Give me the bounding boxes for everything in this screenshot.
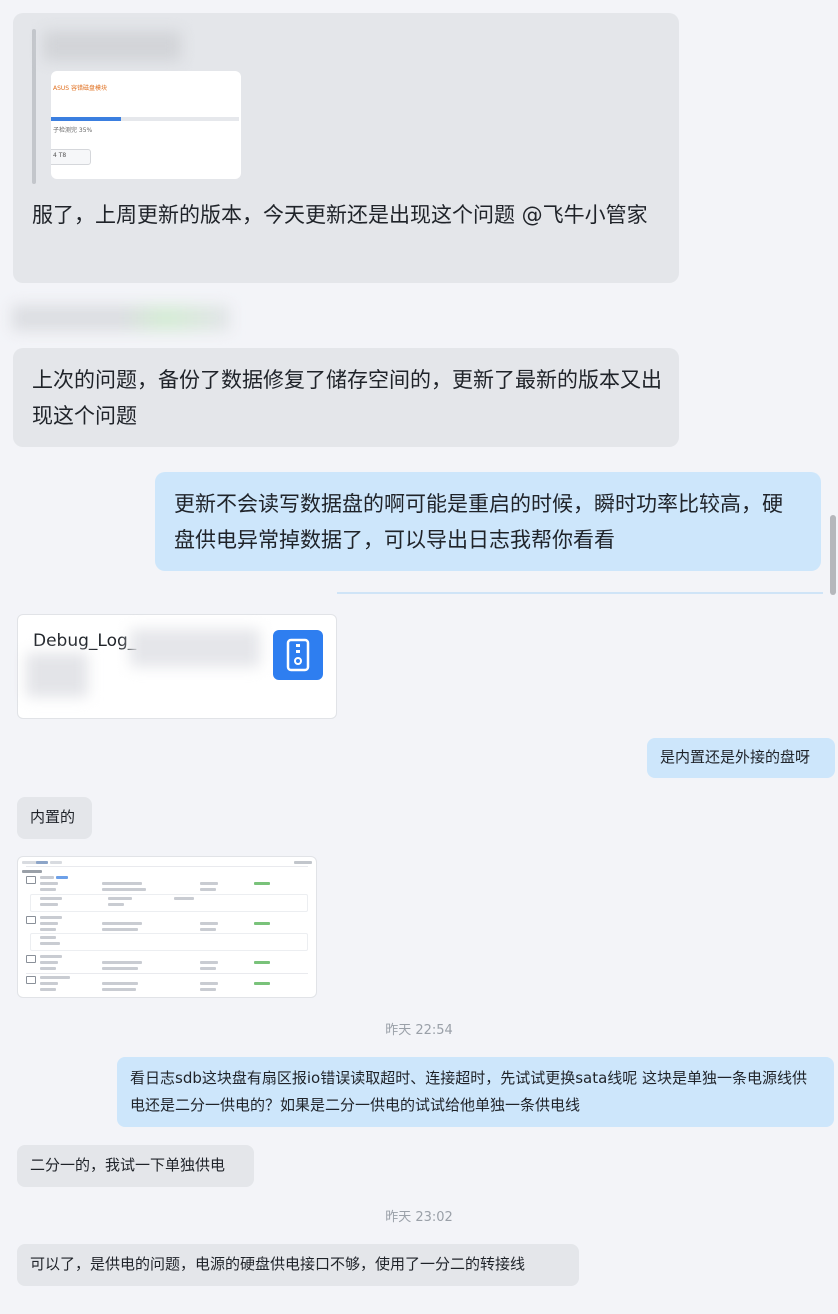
sender-name-blurred xyxy=(12,305,230,331)
message-text-6: 看日志sdb这块盘有扇区报io错误读取超时、连接超时，先试试更换sata线呢 这… xyxy=(130,1069,808,1114)
message-text-4: 是内置还是外接的盘呀 xyxy=(660,748,811,766)
message-bubble-7[interactable]: 二分一的，我试一下单独供电 xyxy=(17,1145,254,1187)
message-bubble-8[interactable]: 可以了，是供电的问题，电源的硬盘供电接口不够，使用了一分二的转接线 xyxy=(17,1244,579,1286)
message-bubble-1[interactable]: ASUS 容错磁盘模块 子检测完 35% 4 T8 服了，上周更新的版本，今天更… xyxy=(13,13,679,283)
file-zip-icon xyxy=(273,630,323,680)
message-bubble-2[interactable]: 上次的问题，备份了数据修复了储存空间的，更新了最新的版本又出现这个问题 xyxy=(13,348,679,447)
message-bubble-5[interactable]: 内置的 xyxy=(17,797,92,839)
scrollbar-thumb[interactable] xyxy=(830,515,836,595)
message-text-3: 更新不会读写数据盘的啊可能是重启的时候，瞬时功率比较高，硬盘供电异常掉数据了，可… xyxy=(174,492,783,552)
message-text-1: 服了，上周更新的版本，今天更新还是出现这个问题 @飞牛小管家 xyxy=(32,203,648,227)
message-bubble-3[interactable]: 更新不会读写数据盘的啊可能是重启的时候，瞬时功率比较高，硬盘供电异常掉数据了，可… xyxy=(155,472,821,571)
quoted-screenshot[interactable]: ASUS 容错磁盘模块 子检测完 35% 4 T8 xyxy=(51,71,241,179)
quote-bar xyxy=(32,29,36,184)
timestamp-2: 昨天 23:02 xyxy=(385,1210,453,1225)
quoted-sender-name xyxy=(43,31,181,61)
message-bubble-4[interactable]: 是内置还是外接的盘呀 xyxy=(647,738,835,778)
thumb-button-text: 4 T8 xyxy=(53,152,67,159)
file-size-blurred xyxy=(26,653,88,697)
thumb-progress-text: 子检测完 35% xyxy=(53,127,93,134)
highlight-underline xyxy=(337,592,823,594)
message-bubble-6[interactable]: 看日志sdb这块盘有扇区报io错误读取超时、连接超时，先试试更换sata线呢 这… xyxy=(117,1057,834,1127)
thumb-orange-label: ASUS 容错磁盘模块 xyxy=(53,85,108,92)
screenshot-image[interactable] xyxy=(17,856,317,998)
timestamp-1: 昨天 22:54 xyxy=(385,1023,453,1038)
message-text-7: 二分一的，我试一下单独供电 xyxy=(30,1156,226,1174)
message-text-5: 内置的 xyxy=(30,808,76,826)
file-name-blurred xyxy=(130,629,260,667)
file-name: Debug_Log_ xyxy=(33,631,137,651)
file-card[interactable]: Debug_Log_ xyxy=(17,614,337,719)
thumb-progress-fill xyxy=(51,117,121,121)
message-text-8: 可以了，是供电的问题，电源的硬盘供电接口不够，使用了一分二的转接线 xyxy=(30,1255,526,1273)
message-text-2: 上次的问题，备份了数据修复了储存空间的，更新了最新的版本又出现这个问题 xyxy=(32,368,662,428)
